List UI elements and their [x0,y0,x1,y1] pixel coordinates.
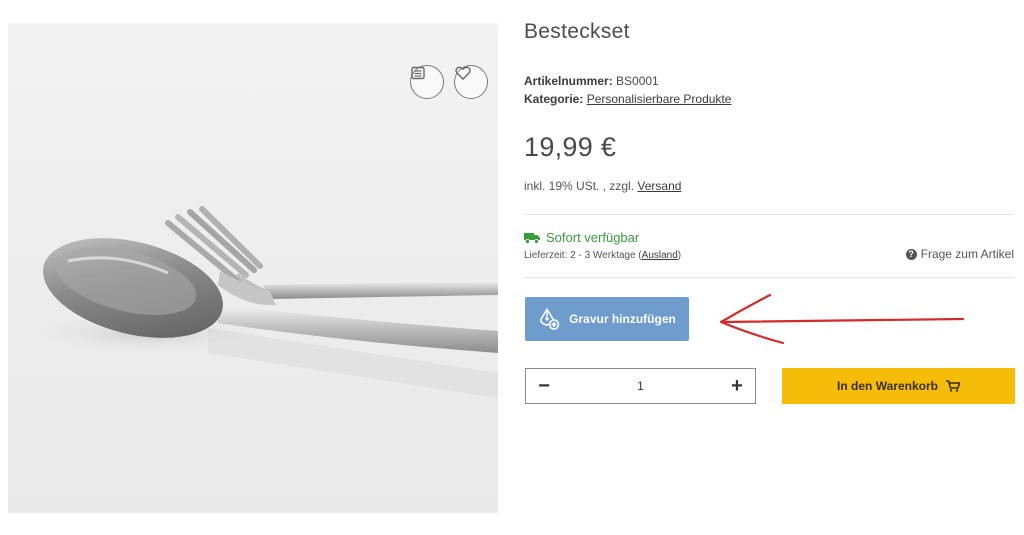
question-icon: ? [905,248,917,260]
add-engraving-button[interactable]: Gravur hinzufügen [525,297,689,341]
heart-icon [455,66,471,80]
category-link[interactable]: Personalisierbare Produkte [587,92,732,106]
delivery-time: Lieferzeit: 2 - 3 Werktage (Ausland) [524,250,681,261]
product-image[interactable] [8,23,498,513]
delivery-suffix: ) [677,250,682,261]
category-label: Kategorie: [524,92,584,106]
article-number-value: BS0001 [616,74,659,88]
quantity-stepper: − 1 + [525,368,756,404]
availability-text: Sofort verfügbar [546,230,640,245]
article-number-label: Artikelnummer: [524,74,613,88]
category-line: Kategorie: Personalisierbare Produkte [524,92,731,106]
delivery-prefix: Lieferzeit: 2 - 3 Werktage ( [524,250,642,261]
add-engraving-label: Gravur hinzufügen [569,312,676,326]
list-icon [411,66,425,80]
engraving-pen-icon [540,308,560,330]
question-label: Frage zum Artikel [920,247,1014,261]
truck-icon [524,232,540,244]
quantity-decrease-button[interactable]: − [526,369,562,403]
shipping-link[interactable]: Versand [637,179,681,193]
quantity-increase-button[interactable]: + [719,369,755,403]
add-to-cart-button[interactable]: In den Warenkorb [782,368,1015,404]
divider [524,277,1015,278]
abroad-link[interactable]: Ausland [642,250,678,261]
tax-text: inkl. 19% USt. , zzgl. [524,179,635,193]
quantity-input[interactable]: 1 [637,379,644,393]
availability-status: Sofort verfügbar [524,230,639,245]
red-annotation-arrow [719,293,965,345]
article-number-line: Artikelnummer: BS0001 [524,74,659,88]
tax-info: inkl. 19% USt. , zzgl. Versand [524,179,681,193]
product-price: 19,99 € [524,132,617,162]
question-about-product-link[interactable]: ? Frage zum Artikel [905,247,1014,261]
wishlist-button[interactable] [454,65,488,99]
product-title: Besteckset [524,20,630,43]
compare-button[interactable] [410,65,444,99]
divider [524,214,1015,215]
add-to-cart-label: In den Warenkorb [837,379,938,393]
shopping-cart-icon [945,380,960,392]
product-detail-page: Besteckset Artikelnummer: BS0001 Kategor… [0,0,1024,535]
